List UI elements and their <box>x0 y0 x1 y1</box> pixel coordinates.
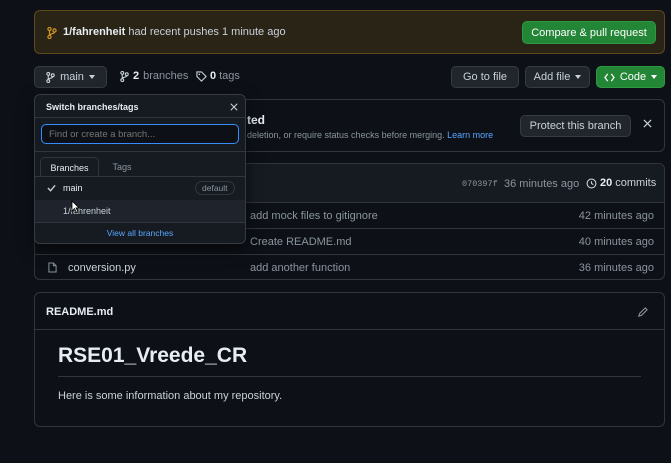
commit-age: 42 minutes ago <box>578 210 654 222</box>
recent-push-banner: 1/fahrenheit had recent pushes 1 minute … <box>34 10 665 54</box>
chevron-down-icon <box>88 75 95 79</box>
branch-item-1-fahrenheit[interactable]: 1/fahrenheit <box>35 200 245 222</box>
commit-time: 36 minutes ago <box>504 178 580 190</box>
branches-link[interactable]: 2 branches <box>120 70 188 82</box>
commits-link[interactable]: 20 commits <box>586 177 656 189</box>
chevron-down-icon <box>651 75 658 79</box>
dropdown-divider <box>35 222 245 223</box>
file-name[interactable]: conversion.py <box>68 262 136 274</box>
protect-title: ted <box>247 113 265 127</box>
branch-icon <box>120 70 129 82</box>
code-button[interactable]: Code <box>596 66 665 88</box>
go-to-file-button[interactable]: Go to file <box>451 66 519 88</box>
close-icon[interactable] <box>643 119 652 128</box>
go-to-file-label: Go to file <box>462 71 508 83</box>
tag-icon <box>196 70 207 82</box>
table-row[interactable]: conversion.py add another function 36 mi… <box>35 254 664 279</box>
history-icon <box>586 178 597 189</box>
file-icon <box>48 262 57 273</box>
tags-link[interactable]: 0 tags <box>196 70 240 82</box>
commits-count: 20 <box>600 177 613 189</box>
learn-more-link[interactable]: Learn more <box>447 130 493 140</box>
protect-branch-label: Protect this branch <box>529 120 622 132</box>
commit-hash[interactable]: 070397f <box>462 179 498 189</box>
compare-pull-request-button[interactable]: Compare & pull request <box>522 21 656 44</box>
tab-branches-label: Branches <box>50 162 89 173</box>
dropdown-divider <box>35 151 245 152</box>
add-file-button[interactable]: Add file <box>525 66 590 88</box>
protect-text: deletion, or require status checks befor… <box>247 130 493 140</box>
dropdown-title: Switch branches/tags <box>46 102 139 112</box>
tags-count: 0 <box>210 70 217 82</box>
commits-label: commits <box>615 177 657 189</box>
dropdown-divider <box>35 117 245 118</box>
readme-divider <box>35 329 664 330</box>
readme-panel: README.md RSE01_Vreede_CR Here is some i… <box>34 292 665 427</box>
code-icon <box>604 73 615 82</box>
tags-label: tags <box>219 70 240 82</box>
branch-icon <box>46 71 55 83</box>
branches-label: branches <box>143 70 189 82</box>
branch-item-label: main <box>63 183 83 193</box>
branches-count: 2 <box>133 70 140 82</box>
compare-pull-request-label: Compare & pull request <box>531 26 647 39</box>
readme-heading: RSE01_Vreede_CR <box>58 344 248 367</box>
commit-message[interactable]: Create README.md <box>250 236 351 248</box>
protect-text-body: deletion, or require status checks befor… <box>247 130 445 140</box>
readme-body: Here is some information about my reposi… <box>58 390 283 402</box>
tab-branches[interactable]: Branches <box>40 157 99 177</box>
commit-age: 40 minutes ago <box>578 236 654 248</box>
code-label: Code <box>619 71 647 83</box>
view-all-branches-link[interactable]: View all branches <box>35 228 245 238</box>
protect-branch-button[interactable]: Protect this branch <box>520 115 631 137</box>
branch-filter-input[interactable] <box>41 124 239 144</box>
banner-message: had recent pushes 1 minute ago <box>128 26 286 38</box>
commit-message[interactable]: add another function <box>250 262 350 274</box>
tab-tags[interactable]: Tags <box>103 157 141 177</box>
branch-item-main[interactable]: main default <box>35 177 245 199</box>
check-icon <box>47 184 56 192</box>
branch-select-label: main <box>60 71 84 83</box>
banner-branch-name[interactable]: 1/fahrenheit <box>63 26 125 38</box>
tab-tags-label: Tags <box>112 162 132 172</box>
branch-dropdown: Switch branches/tags Branches Tags main … <box>34 94 246 244</box>
default-badge: default <box>195 181 235 195</box>
chevron-down-icon <box>575 75 582 79</box>
heading-rule <box>58 376 641 377</box>
branch-select-button[interactable]: main <box>34 66 107 88</box>
close-icon[interactable] <box>230 103 238 111</box>
commit-age: 36 minutes ago <box>578 262 654 274</box>
mouse-cursor-icon <box>71 200 80 213</box>
pencil-icon[interactable] <box>637 307 648 318</box>
add-file-label: Add file <box>533 71 571 83</box>
branch-icon <box>47 27 57 39</box>
readme-filename[interactable]: README.md <box>46 306 113 318</box>
commit-message[interactable]: add mock files to gitignore <box>250 210 378 222</box>
